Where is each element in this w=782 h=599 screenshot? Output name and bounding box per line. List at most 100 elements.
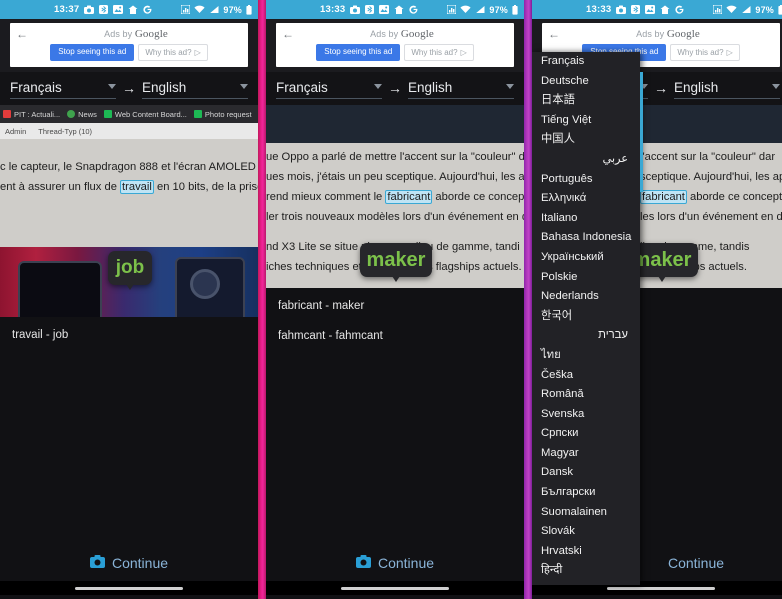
dropdown-item[interactable]: Hrvatski — [532, 542, 640, 562]
source-language-select[interactable]: Français — [276, 80, 382, 99]
dropdown-item[interactable]: עברית — [532, 326, 640, 346]
camera-icon — [350, 5, 361, 14]
dropdown-item[interactable]: Tiếng Việt — [532, 111, 640, 131]
dropdown-item[interactable]: ไทย — [532, 346, 640, 366]
stop-seeing-ad-button[interactable]: Stop seeing this ad — [316, 44, 401, 61]
dropdown-item[interactable]: Português — [532, 170, 640, 190]
ad-banner[interactable]: ← Ads by Google Stop seeing this ad Why … — [10, 23, 248, 67]
chart-icon — [447, 5, 457, 14]
status-time: 13:37 — [54, 4, 80, 15]
source-language-select[interactable]: Français — [10, 80, 116, 99]
dropdown-item[interactable]: Italiano — [532, 209, 640, 229]
panel-separator-1 — [258, 0, 266, 599]
dropdown-item[interactable]: Dansk — [532, 463, 640, 483]
android-nav-bar — [0, 581, 258, 595]
chevron-down-icon — [506, 84, 514, 89]
nav-pill[interactable] — [341, 586, 449, 590]
site-icon — [3, 110, 11, 118]
ad-banner[interactable]: ← Ads by Google Stop seeing this ad Why … — [276, 23, 514, 67]
why-this-ad-button[interactable]: Why this ad? ▷ — [138, 44, 208, 61]
dropdown-item[interactable]: 日本語 — [532, 91, 640, 111]
page-line: l'accent sur la "couleur" dar — [640, 151, 776, 163]
why-this-ad-button[interactable]: Why this ad? ▷ — [404, 44, 474, 61]
ad-attribution: Ads by Google — [636, 28, 700, 40]
dropdown-item[interactable]: 中国人 — [532, 130, 640, 150]
ad-back-icon[interactable]: ← — [548, 28, 562, 40]
dropdown-item[interactable]: Bahasa Indonesia — [532, 228, 640, 248]
status-time: 13:33 — [586, 4, 612, 15]
result-item[interactable]: fabricant - maker — [278, 300, 512, 312]
dropdown-item[interactable]: Suomalainen — [532, 503, 640, 523]
why-this-ad-button[interactable]: Why this ad? ▷ — [670, 44, 740, 61]
dropdown-item[interactable]: Nederlands — [532, 287, 640, 307]
dropdown-item[interactable]: Français — [532, 52, 640, 72]
play-icon: ▷ — [460, 48, 467, 57]
phone-panel-left: 13:37 97% ← Ads by Google Stop seeing th… — [0, 0, 258, 599]
translation-bubble-middle: maker — [360, 243, 432, 282]
dropdown-item[interactable]: Svenska — [532, 405, 640, 425]
dropdown-item[interactable]: عربي — [532, 150, 640, 170]
dropdown-item[interactable]: 한국어 — [532, 307, 640, 327]
page-line: ler trois nouveaux modèles lors d'un évé… — [266, 211, 524, 223]
bookmark-item[interactable]: Photo request — [193, 110, 252, 119]
page-header-strip-middle — [266, 105, 524, 143]
dropdown-item[interactable]: Magyar — [532, 444, 640, 464]
bookmark-item[interactable]: PIT : Actuali... — [3, 110, 60, 119]
dropdown-item[interactable]: हिन्दी — [532, 561, 640, 581]
phone-panel-right: 13:33 97% ← Ads by Google this ad Why th… — [532, 0, 782, 599]
target-language-select[interactable]: English — [674, 80, 780, 99]
dropdown-item[interactable]: Deutsche — [532, 72, 640, 92]
continue-label: Continue — [667, 555, 725, 571]
language-selector-row-left: Français → English — [0, 72, 258, 105]
image-icon — [113, 5, 124, 14]
camera-icon — [355, 555, 371, 571]
bookmark-item[interactable]: Web Content Board... — [103, 110, 187, 119]
battery-icon — [512, 4, 518, 15]
bookmark-item[interactable]: News — [67, 110, 97, 119]
dropdown-item[interactable]: Український — [532, 248, 640, 268]
battery-percent: 97% — [489, 4, 508, 15]
article-photo-left: job — [0, 247, 258, 317]
dropdown-item[interactable]: Ελληνικά — [532, 189, 640, 209]
language-dropdown-list[interactable]: Français Deutsche 日本語 Tiếng Việt 中国人 عربي Port… — [532, 52, 640, 585]
browser-bookmarks-bar: PIT : Actuali... News Web Content Board.… — [0, 105, 258, 123]
dropdown-item[interactable]: Български — [532, 483, 640, 503]
source-language-label: Français — [276, 80, 328, 95]
ad-back-icon[interactable]: ← — [282, 28, 296, 40]
signal-icon — [209, 5, 219, 14]
target-language-select[interactable]: English — [408, 80, 514, 99]
chevron-down-icon — [374, 84, 382, 89]
highlighted-word[interactable]: fabricant — [640, 190, 687, 204]
stop-seeing-ad-button[interactable]: Stop seeing this ad — [50, 44, 135, 61]
continue-button[interactable]: Continue — [266, 545, 524, 581]
nav-pill[interactable] — [75, 586, 183, 590]
nav-pill[interactable] — [607, 586, 715, 590]
highlighted-word[interactable]: fabricant — [385, 190, 433, 204]
tab-thread-typ[interactable]: Thread-Typ (10) — [38, 127, 92, 136]
dropdown-item[interactable]: Češka — [532, 366, 640, 386]
dropdown-item[interactable]: Polskie — [532, 268, 640, 288]
dropdown-scrollbar[interactable] — [640, 72, 643, 192]
source-language-label: Français — [10, 80, 62, 95]
dropdown-item[interactable]: Српски — [532, 424, 640, 444]
dropdown-item[interactable]: Română — [532, 385, 640, 405]
battery-percent: 97% — [223, 4, 242, 15]
forum-tab-strip: Admin Thread-Typ (10) — [0, 123, 258, 139]
target-language-label: English — [142, 80, 187, 95]
bluetooth-icon — [365, 5, 375, 14]
continue-label: Continue — [377, 555, 435, 571]
wifi-icon — [726, 5, 737, 14]
chevron-down-icon — [772, 84, 780, 89]
camera-icon — [616, 5, 627, 14]
result-item[interactable]: fahmcant - fahmcant — [278, 330, 512, 342]
google-icon — [143, 5, 152, 14]
ad-back-icon[interactable]: ← — [16, 28, 30, 40]
chart-icon — [181, 5, 191, 14]
highlighted-word[interactable]: travail — [120, 180, 154, 194]
bottom-bar-left: Continue — [0, 545, 258, 599]
target-language-select[interactable]: English — [142, 80, 248, 99]
result-item[interactable]: travail - job — [12, 329, 246, 341]
dropdown-item[interactable]: Slovák — [532, 522, 640, 542]
tab-admin[interactable]: Admin — [5, 127, 26, 136]
continue-button[interactable]: Continue — [0, 545, 258, 581]
